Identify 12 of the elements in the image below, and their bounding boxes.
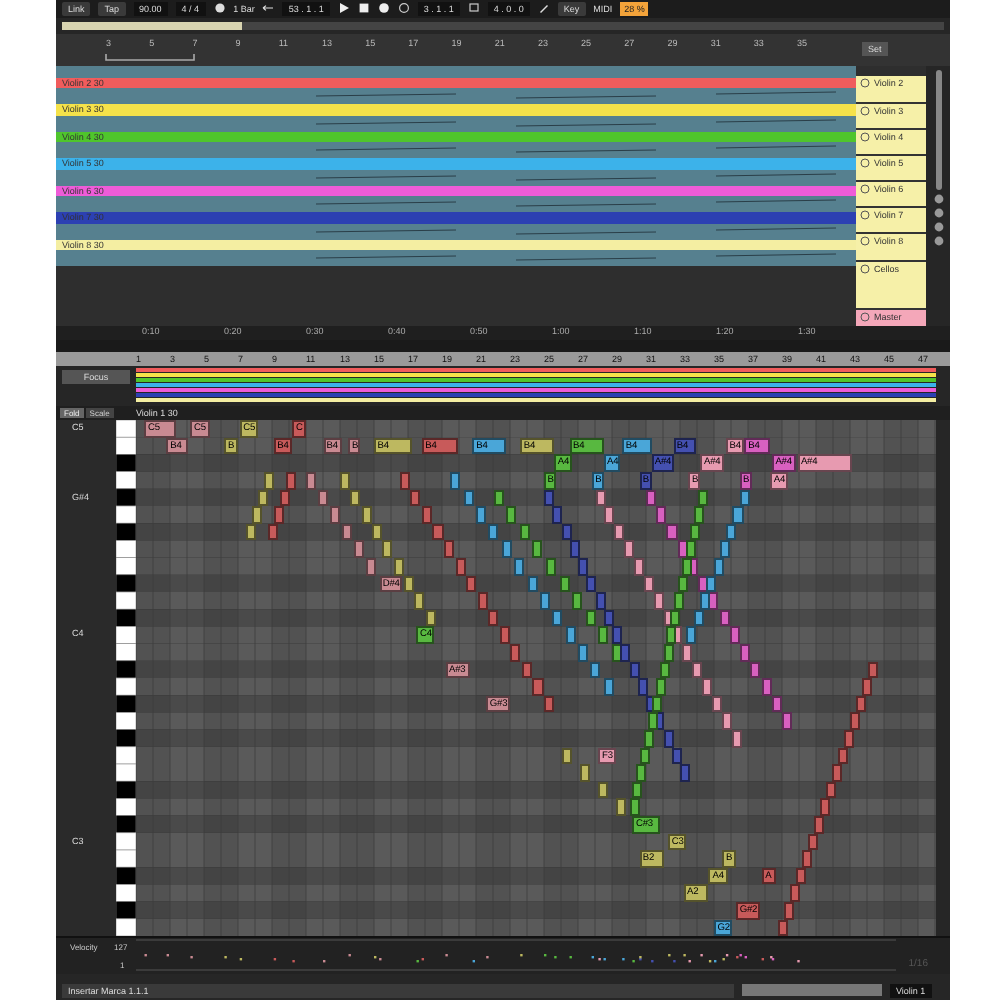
- overview-selection[interactable]: [62, 21, 242, 30]
- pencil-icon[interactable]: [537, 2, 550, 15]
- display-panel: [742, 984, 882, 997]
- record-icon[interactable]: [377, 2, 390, 15]
- arrow-icon[interactable]: [262, 2, 275, 15]
- stop-icon[interactable]: [357, 2, 370, 15]
- note-grid[interactable]: [136, 420, 936, 937]
- play-icon[interactable]: [337, 2, 350, 15]
- scrollbar-thumb[interactable]: [935, 69, 941, 190]
- overview-bar[interactable]: [62, 21, 944, 30]
- piano-keyboard-drawing[interactable]: [116, 420, 136, 937]
- loop-brace-drawing[interactable]: [104, 51, 196, 62]
